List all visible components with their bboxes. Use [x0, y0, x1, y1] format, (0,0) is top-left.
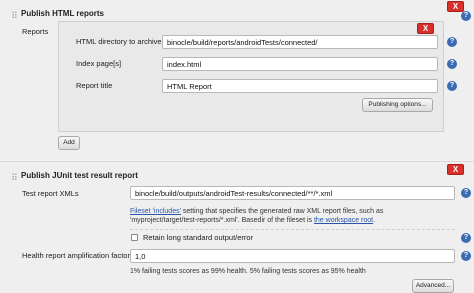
directory-help-icon[interactable]: ?: [447, 37, 457, 47]
test-report-xmls-input[interactable]: binocle/build/outputs/androidTest-result…: [130, 186, 455, 200]
report-entry: X HTML directory to archive binocle/buil…: [58, 21, 457, 132]
delete-section-button[interactable]: X: [447, 164, 464, 175]
dashed-divider: [130, 229, 455, 230]
drag-handle-icon[interactable]: [12, 11, 17, 18]
retain-help-icon[interactable]: ?: [461, 233, 471, 243]
retain-output-checkbox[interactable]: [131, 234, 138, 241]
health-help-icon[interactable]: ?: [461, 251, 471, 261]
health-description: 1% failing tests scores as 99% health. 5…: [130, 268, 366, 275]
health-factor-input[interactable]: 1,0: [130, 249, 455, 263]
section-divider: [0, 161, 474, 162]
workspace-root-link[interactable]: the workspace root: [314, 217, 373, 224]
index-label: Index page[s]: [76, 59, 122, 68]
test-report-xmls-label: Test report XMLs: [22, 189, 79, 198]
directory-input[interactable]: binocle/build/reports/androidTests/conne…: [162, 35, 438, 49]
report-title-help-icon[interactable]: ?: [447, 81, 457, 91]
section-title: Publish HTML reports: [21, 9, 104, 18]
xmls-help-icon[interactable]: ?: [461, 188, 471, 198]
fileset-includes-link[interactable]: Fileset 'includes': [130, 208, 181, 215]
delete-report-button[interactable]: X: [417, 23, 434, 34]
help-icon[interactable]: ?: [461, 11, 471, 21]
fileset-desc-2: 'myproject/target/test-reports/*.xml'. B…: [130, 217, 314, 224]
reports-label: Reports: [22, 27, 49, 36]
directory-label: HTML directory to archive: [76, 37, 162, 46]
health-factor-label: Health report amplification factor: [22, 251, 130, 260]
index-input[interactable]: index.html: [162, 57, 438, 71]
workspace-suffix: .: [373, 217, 376, 224]
publishing-options-button[interactable]: Publishing options...: [362, 98, 433, 112]
publish-html-reports-section: Publish HTML reports X ? Reports X HTML …: [0, 0, 474, 160]
fileset-desc-1: setting that specifies the generated raw…: [180, 208, 384, 215]
add-report-button[interactable]: Add: [58, 136, 80, 150]
report-title-input[interactable]: HTML Report: [162, 79, 438, 93]
publish-junit-section: Publish JUnit test result report X Test …: [0, 163, 474, 293]
delete-section-button[interactable]: X: [447, 1, 464, 12]
index-help-icon[interactable]: ?: [447, 59, 457, 69]
advanced-button[interactable]: Advanced...: [412, 279, 454, 293]
report-title-label: Report title: [76, 81, 113, 90]
retain-output-label: Retain long standard output/error: [143, 233, 254, 242]
fileset-description: Fileset 'includes' setting that specifie…: [130, 207, 460, 225]
section-title: Publish JUnit test result report: [21, 171, 138, 180]
drag-handle-icon[interactable]: [12, 173, 17, 180]
